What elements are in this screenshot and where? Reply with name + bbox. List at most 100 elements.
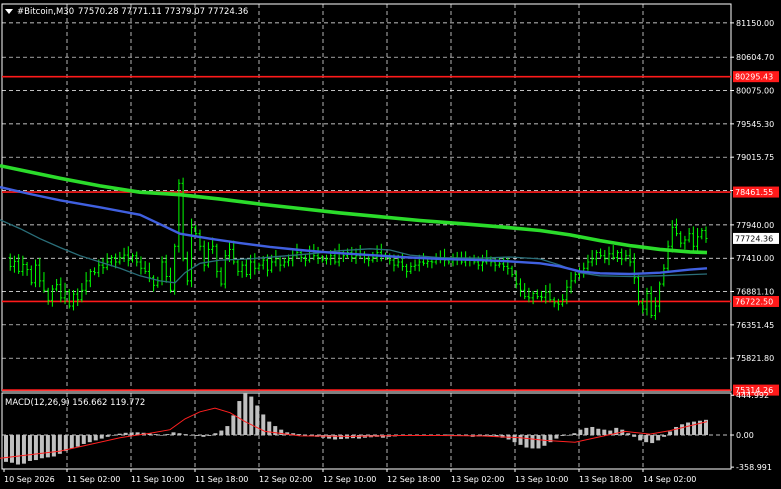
- macd-bar: [692, 421, 697, 436]
- macd-bar: [231, 415, 236, 436]
- macd-tick-label: 0.00: [736, 431, 754, 440]
- macd-bar: [566, 435, 571, 436]
- macd-bar: [686, 422, 691, 436]
- macd-bar: [584, 427, 589, 436]
- price-tick-label: 80075.00: [736, 87, 774, 96]
- symbol-label: #Bitcoin,M30: [17, 7, 74, 17]
- price-tick-label: 79545.30: [736, 120, 774, 129]
- macd-bar: [488, 435, 493, 436]
- macd-bar: [183, 434, 188, 436]
- time-tick-label: 14 Sep 02:00: [643, 475, 696, 484]
- time-tick-label: 12 Sep 02:00: [259, 475, 312, 484]
- price-tick-label: 80604.70: [736, 53, 774, 62]
- macd-bar: [243, 393, 248, 436]
- macd-bar: [165, 434, 170, 436]
- macd-bar: [33, 435, 38, 461]
- price-tick-label: 81150.00: [736, 19, 774, 28]
- macd-bar: [129, 432, 134, 436]
- time-tick-label: 11 Sep 18:00: [195, 475, 248, 484]
- macd-bar: [219, 430, 224, 436]
- macd-bar: [650, 435, 655, 444]
- time-tick-label: 11 Sep 02:00: [67, 475, 120, 484]
- macd-bar: [656, 435, 661, 441]
- macd-bar: [51, 435, 56, 457]
- macd-bar: [9, 435, 14, 463]
- macd-bar: [578, 429, 583, 436]
- macd-bar: [267, 421, 272, 436]
- macd-bar: [297, 434, 302, 436]
- macd-bar: [249, 396, 254, 436]
- macd-bar: [668, 431, 673, 436]
- macd-bar: [201, 435, 206, 437]
- macd-bar: [674, 426, 679, 436]
- time-tick-label: 12 Sep 10:00: [323, 475, 376, 484]
- macd-bar: [75, 435, 80, 447]
- macd-bar: [273, 426, 278, 436]
- macd-bar: [662, 435, 667, 437]
- macd-bar: [69, 435, 74, 449]
- macd-bar: [261, 414, 266, 436]
- price-tick-label: 77410.00: [736, 254, 774, 263]
- macd-bar: [530, 435, 535, 449]
- ohlc-values: 77570.28 77771.11 77379.07 77724.36: [78, 7, 248, 17]
- macd-bar: [560, 435, 565, 436]
- macd-bar: [63, 435, 68, 452]
- price-tick-label: 75821.80: [736, 354, 774, 363]
- chart-header: #Bitcoin,M30 77570.28 77771.11 77379.07 …: [5, 7, 248, 17]
- macd-bar: [536, 435, 541, 449]
- macd-bar: [524, 435, 529, 448]
- level-tag-label: 78461.55: [735, 188, 773, 197]
- macd-bar: [680, 424, 685, 436]
- macd-bar: [105, 435, 110, 437]
- macd-bar: [189, 435, 194, 436]
- level-tag-label: 76722.50: [735, 297, 773, 306]
- macd-bar: [99, 435, 104, 439]
- price-tick-label: 79015.75: [736, 153, 774, 162]
- level-tag-label: 80295.43: [735, 73, 773, 82]
- time-tick-label: 11 Sep 10:00: [131, 475, 184, 484]
- macd-bar: [123, 432, 128, 436]
- macd-bar: [93, 435, 98, 441]
- price-tick-label: 77940.00: [736, 221, 774, 230]
- last-price-label: 77724.36: [735, 234, 773, 243]
- macd-bar: [171, 432, 176, 436]
- macd-bar: [590, 426, 595, 436]
- time-tick-label: 13 Sep 02:00: [451, 475, 504, 484]
- macd-bar: [195, 435, 200, 436]
- macd-bar: [572, 433, 577, 436]
- time-tick-label: 12 Sep 18:00: [387, 475, 440, 484]
- macd-bar: [327, 435, 332, 439]
- macd-bar: [638, 435, 643, 441]
- macd-bar: [333, 435, 338, 440]
- macd-bar: [255, 405, 260, 436]
- macd-bar: [15, 435, 20, 465]
- macd-tick-label: 444.992: [736, 391, 769, 400]
- macd-bar: [111, 435, 116, 436]
- macd-bar: [39, 435, 44, 459]
- macd-bar: [596, 428, 601, 436]
- macd-bar: [213, 433, 218, 436]
- macd-bar: [45, 435, 50, 458]
- macd-bar: [207, 435, 212, 436]
- macd-bar: [87, 435, 92, 443]
- macd-bar: [225, 426, 230, 436]
- macd-bar: [644, 435, 649, 443]
- macd-bar: [339, 435, 344, 440]
- macd-bar: [632, 435, 637, 437]
- price-tick-label: 76881.10: [736, 288, 774, 297]
- macd-bar: [81, 435, 86, 444]
- price-tick-label: 76351.45: [736, 321, 774, 330]
- macd-bar: [626, 433, 631, 436]
- chart-background: [0, 0, 781, 489]
- time-tick-label: 10 Sep 2026: [4, 475, 55, 484]
- macd-bar: [159, 435, 164, 436]
- macd-bar: [554, 435, 559, 439]
- macd-bar: [177, 433, 182, 436]
- macd-bar: [21, 435, 26, 464]
- macd-bar: [153, 434, 158, 436]
- macd-tick-label: -358.991: [736, 463, 772, 472]
- macd-bar: [27, 435, 32, 461]
- trading-chart[interactable]: 81150.00 80604.70 80075.00 79545.30 79015.75…: [0, 0, 781, 489]
- time-tick-label: 13 Sep 10:00: [515, 475, 568, 484]
- macd-bar: [356, 435, 361, 439]
